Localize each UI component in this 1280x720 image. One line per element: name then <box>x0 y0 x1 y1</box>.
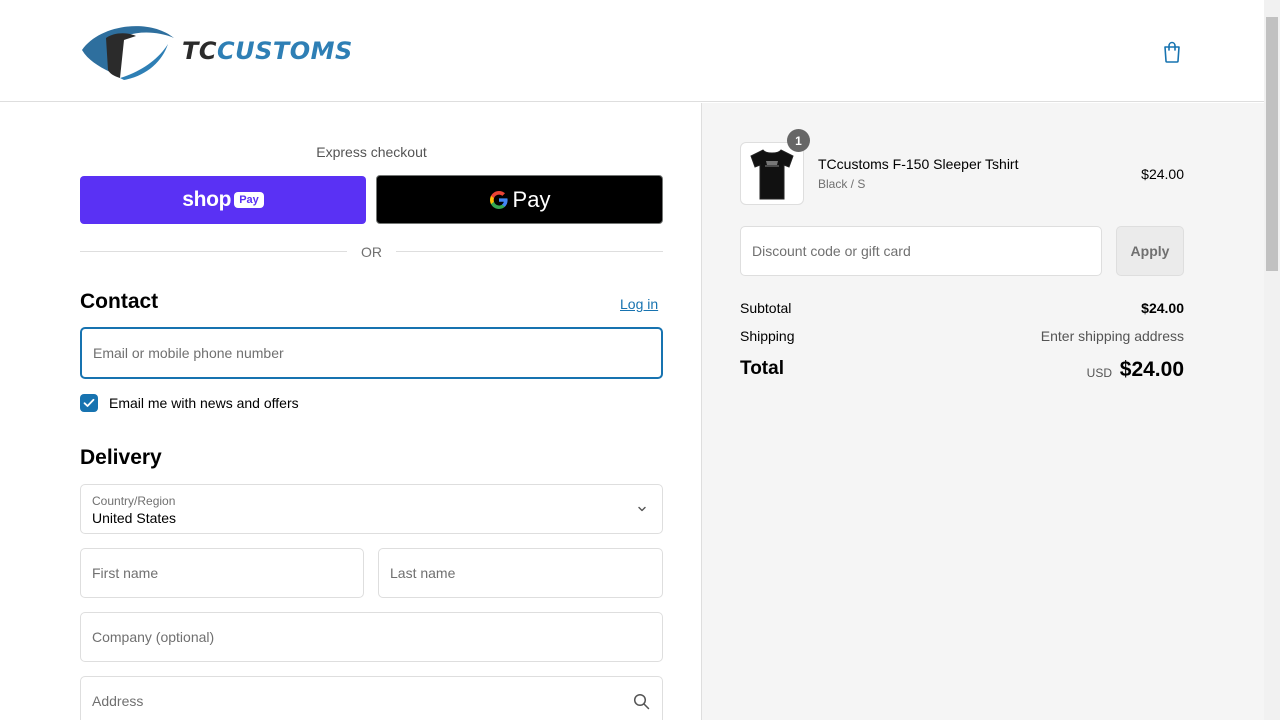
or-divider: OR <box>80 242 663 262</box>
google-g-icon <box>489 190 508 209</box>
product-variant: Black / S <box>818 177 866 191</box>
tshirt-image-icon <box>750 148 794 199</box>
or-text: OR <box>361 244 382 260</box>
site-header: TCCUSTOMS <box>0 0 1264 102</box>
divider-line-left <box>80 251 347 252</box>
checkout-form-column: Express checkout shop Pay Pay OR Contact… <box>0 103 701 720</box>
last-name-field-wrapper <box>378 548 663 598</box>
product-name: TCcustoms F-150 Sleeper Tshirt <box>818 156 1019 172</box>
logo-text-customs: CUSTOMS <box>216 37 353 65</box>
email-field-wrapper <box>80 327 663 379</box>
logo-text-tc: TC <box>182 37 217 65</box>
login-link[interactable]: Log in <box>620 296 658 312</box>
google-pay-button[interactable]: Pay <box>376 175 663 224</box>
apply-discount-button[interactable]: Apply <box>1116 226 1184 276</box>
first-name-field-wrapper <box>80 548 364 598</box>
cart-line-item: 1 TCcustoms F-150 Sleeper Tshirt Black /… <box>740 129 1184 205</box>
shopping-bag-icon <box>1164 41 1180 63</box>
discount-field-wrapper <box>740 226 1102 276</box>
shop-pay-button[interactable]: shop Pay <box>80 176 366 224</box>
shop-pay-badge: Pay <box>234 192 264 208</box>
subtotal-row: Subtotal $24.00 <box>740 300 1184 316</box>
subtotal-value: $24.00 <box>1141 300 1184 316</box>
contact-heading: Contact <box>80 290 159 313</box>
page-scrollbar[interactable] <box>1264 0 1280 720</box>
quantity-badge: 1 <box>787 129 810 152</box>
country-label: Country/Region <box>92 494 176 508</box>
discount-input[interactable] <box>741 227 1101 275</box>
company-field-wrapper <box>80 612 663 662</box>
divider-line-right <box>396 251 663 252</box>
chevron-down-icon <box>638 506 646 512</box>
first-name-input[interactable] <box>81 549 363 597</box>
search-icon <box>633 693 650 710</box>
cart-button[interactable] <box>1158 38 1186 66</box>
total-label: Total <box>740 358 784 379</box>
subtotal-label: Subtotal <box>740 300 792 316</box>
logo-wordmark: TCCUSTOMS <box>182 37 353 65</box>
country-value: United States <box>92 510 177 526</box>
company-input[interactable] <box>81 613 662 661</box>
newsletter-checkbox[interactable] <box>80 394 98 412</box>
scrollbar-thumb[interactable] <box>1266 17 1278 271</box>
newsletter-option: Email me with news and offers <box>80 393 299 413</box>
email-input[interactable] <box>82 329 661 377</box>
shipping-label: Shipping <box>740 328 795 344</box>
total-row: Total USD $24.00 <box>740 358 1184 384</box>
shipping-row: Shipping Enter shipping address <box>740 328 1184 344</box>
express-checkout-title: Express checkout <box>316 144 427 160</box>
checkmark-icon <box>83 398 95 407</box>
delivery-heading: Delivery <box>80 446 162 469</box>
order-summary-column: 1 TCcustoms F-150 Sleeper Tshirt Black /… <box>701 103 1264 720</box>
address-input[interactable] <box>81 677 662 720</box>
shop-pay-label: shop <box>182 188 232 211</box>
address-field-wrapper <box>80 676 663 720</box>
newsletter-label: Email me with news and offers <box>109 395 299 411</box>
total-value: $24.00 <box>1119 358 1184 381</box>
shipping-value: Enter shipping address <box>1040 328 1184 344</box>
store-logo[interactable]: TCCUSTOMS <box>80 20 370 82</box>
product-price: $24.00 <box>1141 166 1184 182</box>
google-pay-label: Pay <box>512 186 551 212</box>
country-select[interactable]: Country/Region United States <box>80 484 663 534</box>
last-name-input[interactable] <box>379 549 662 597</box>
logo-swoosh-icon <box>82 26 174 80</box>
currency-code: USD <box>1086 366 1112 380</box>
